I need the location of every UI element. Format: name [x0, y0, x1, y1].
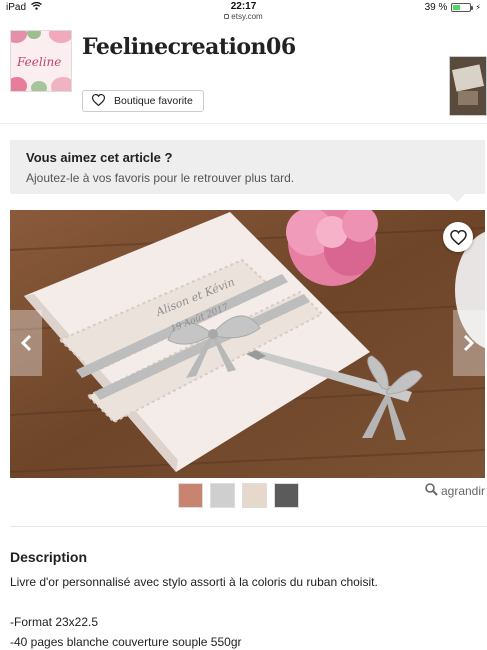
charging-icon: ⚡ [475, 3, 481, 12]
description-line: -40 pages blanche couverture souple 550g… [10, 635, 242, 649]
magnifier-icon [425, 483, 438, 499]
status-right: 39 % ⚡ [425, 2, 481, 13]
thumbnail-2[interactable] [210, 483, 235, 508]
next-image-button[interactable] [453, 310, 485, 376]
listing-photo-drawing: Alison et Kévin 19 Août 2017 [10, 210, 485, 478]
heart-icon [91, 93, 106, 109]
favorite-prompt-title: Vous aimez cet article ? [26, 150, 173, 165]
description-line: -Format 23x22.5 [10, 615, 99, 629]
thumbnail-1[interactable] [178, 483, 203, 508]
zoom-label: agrandir [440, 484, 485, 498]
heart-icon [449, 229, 467, 245]
shop-header: Feeline Feelinecreation06 Boutique favor… [0, 24, 487, 124]
battery-percent: 39 % [424, 2, 448, 13]
banner-pointer [449, 194, 465, 202]
shop-featured-thumbnail[interactable] [449, 56, 487, 116]
section-divider [10, 526, 487, 527]
image-thumbnails [178, 483, 299, 508]
clock: 22:17 [230, 1, 257, 12]
add-to-favorites-button[interactable] [443, 222, 473, 252]
favorite-prompt-subtitle: Ajoutez-le à vos favoris pour le retrouv… [26, 171, 295, 185]
chevron-right-icon [463, 334, 475, 352]
zoom-button[interactable]: agrandir [425, 483, 485, 499]
thumbnail-3[interactable] [242, 483, 267, 508]
shop-name[interactable]: Feelinecreation06 [82, 34, 296, 60]
logo-text: Feeline [17, 55, 62, 69]
chevron-left-icon [20, 334, 32, 352]
favorite-prompt-banner: Vous aimez cet article ? Ajoutez-le à vo… [10, 140, 485, 202]
listing-main-image[interactable]: Alison et Kévin 19 Août 2017 [10, 210, 485, 478]
thumbnail-4[interactable] [274, 483, 299, 508]
url-text: etsy.com [231, 12, 263, 21]
favorite-shop-label: Boutique favorite [114, 95, 193, 107]
description-heading: Description [10, 549, 88, 565]
status-bar: iPad 22:17 etsy.com 39 % ⚡ [0, 0, 487, 24]
battery-icon [451, 3, 474, 12]
previous-image-button[interactable] [10, 310, 42, 376]
favorite-shop-button[interactable]: Boutique favorite [82, 90, 204, 112]
lock-icon [224, 14, 230, 19]
address-bar[interactable]: etsy.com [0, 12, 487, 21]
shop-logo[interactable]: Feeline [10, 30, 72, 92]
description-line: Livre d'or personnalisé avec stylo assor… [10, 575, 378, 589]
